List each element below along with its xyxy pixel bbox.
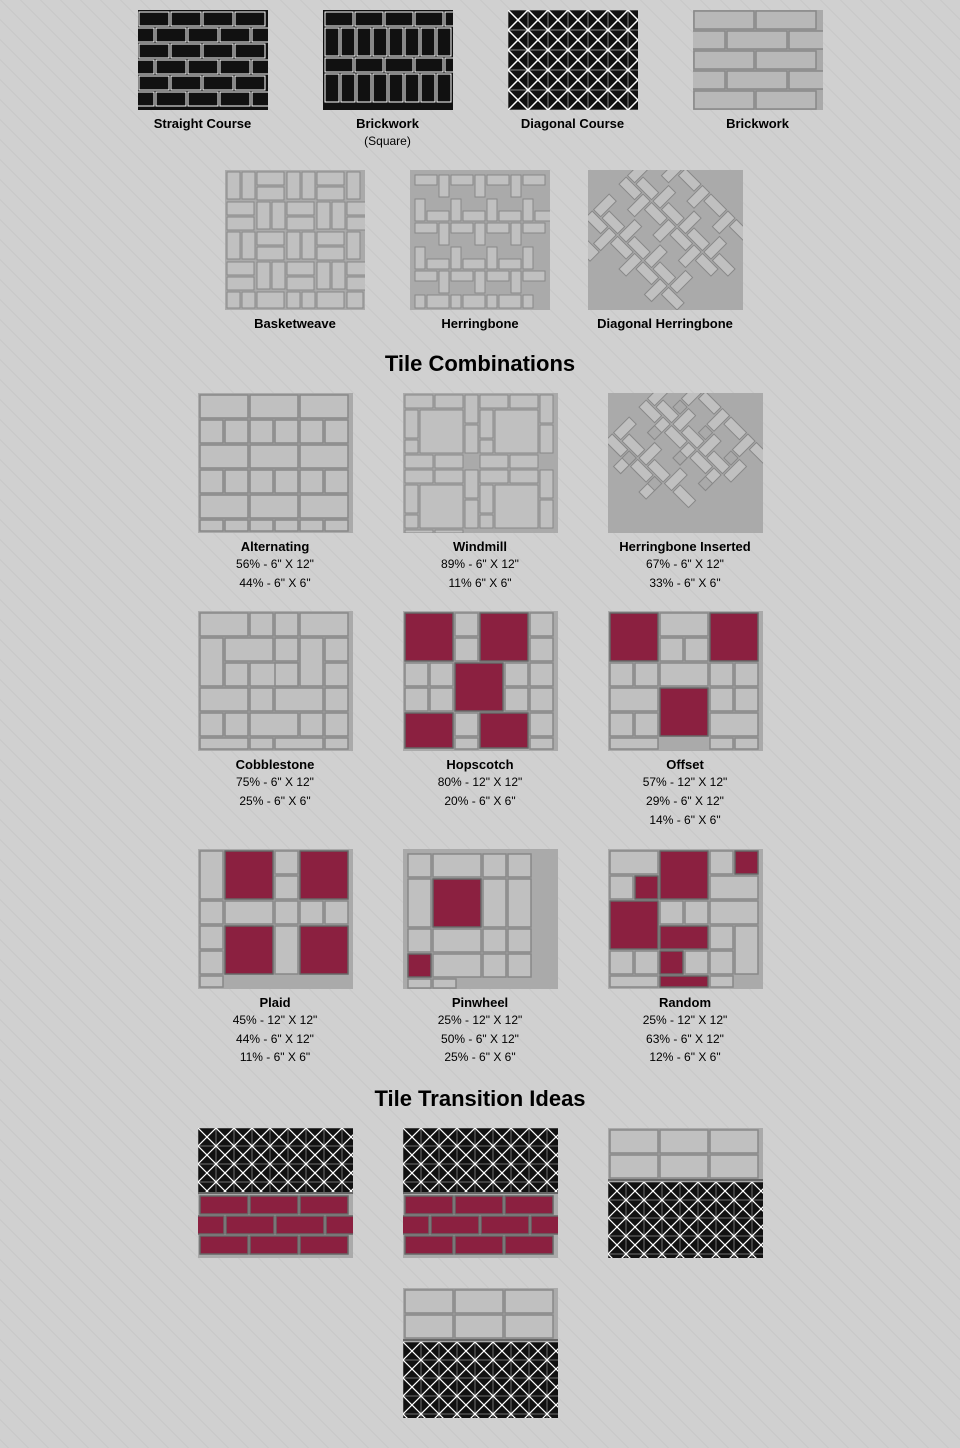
pattern-canvas-offset (608, 611, 763, 751)
page: Straight Course (100, 10, 860, 1418)
sublabel-pinwheel-0: 25% - 12" X 12" (438, 1012, 523, 1029)
sublabel-plaid-2: 11% - 6" X 6" (240, 1049, 310, 1066)
sublabel-herringbone-inserted-0: 67% - 6" X 12" (646, 556, 724, 573)
label-straight-course: Straight Course (154, 116, 252, 131)
sublabel-random-0: 25% - 12" X 12" (643, 1012, 728, 1029)
pattern-canvas-diagonal-course (508, 10, 638, 110)
pattern-row-3: Alternating 56% - 6" X 12" 44% - 6" X 6" (100, 393, 860, 592)
pattern-canvas-random (608, 849, 763, 989)
sublabel-pinwheel-2: 25% - 6" X 6" (444, 1049, 515, 1066)
pattern-item-herringbone-inserted: Herringbone Inserted 67% - 6" X 12" 33% … (598, 393, 773, 592)
transition-item-3 (598, 1128, 773, 1258)
pattern-item-cobblestone: Cobblestone 75% - 6" X 12" 25% - 6" X 6" (188, 611, 363, 828)
sublabel-plaid-0: 45% - 12" X 12" (233, 1012, 318, 1029)
pattern-canvas-brickwork (693, 10, 823, 110)
transition-canvas-2 (403, 1128, 558, 1258)
pattern-row-4: Cobblestone 75% - 6" X 12" 25% - 6" X 6" (100, 611, 860, 828)
sublabel-plaid-1: 44% - 6" X 12" (236, 1031, 314, 1048)
pattern-canvas-plaid (198, 849, 353, 989)
pattern-item-brickwork: Brickwork (680, 10, 835, 150)
pattern-row-transitions (100, 1128, 860, 1418)
pattern-canvas-straight-course (138, 10, 268, 110)
tile-combinations-title: Tile Combinations (100, 351, 860, 377)
sublabel-alternating-1: 44% - 6" X 6" (239, 575, 310, 592)
pattern-row-2: Basketweave (100, 170, 860, 331)
label-basketweave: Basketweave (254, 316, 336, 331)
pattern-item-diagonal-herringbone: Diagonal Herringbone (588, 170, 743, 331)
pattern-canvas-cobblestone (198, 611, 353, 751)
pattern-canvas-windmill (403, 393, 558, 533)
label-diagonal-course: Diagonal Course (521, 116, 624, 131)
sublabel-random-2: 12% - 6" X 6" (649, 1049, 720, 1066)
pattern-canvas-alternating (198, 393, 353, 533)
pattern-row-1: Straight Course (100, 10, 860, 150)
pattern-item-herringbone: Herringbone (403, 170, 558, 331)
label-plaid: Plaid (259, 995, 290, 1010)
pattern-item-basketweave: Basketweave (218, 170, 373, 331)
label-brickwork-square: Brickwork (356, 116, 419, 131)
pattern-item-plaid: Plaid 45% - 12" X 12" 44% - 6" X 12" 11%… (188, 849, 363, 1066)
pattern-canvas-herringbone (410, 170, 550, 310)
transition-canvas-1 (198, 1128, 353, 1258)
label-herringbone: Herringbone (441, 316, 518, 331)
transition-item-2 (393, 1128, 568, 1258)
label-hopscotch: Hopscotch (446, 757, 513, 772)
label-cobblestone: Cobblestone (236, 757, 315, 772)
pattern-canvas-diagonal-herringbone (588, 170, 743, 310)
sublabel-offset-0: 57% - 12" X 12" (643, 774, 728, 791)
pattern-item-hopscotch: Hopscotch 80% - 12" X 12" 20% - 6" X 6" (393, 611, 568, 828)
pattern-canvas-hopscotch (403, 611, 558, 751)
pattern-item-pinwheel: Pinwheel 25% - 12" X 12" 50% - 6" X 12" … (393, 849, 568, 1066)
pattern-canvas-brickwork-square (323, 10, 453, 110)
pattern-canvas-herringbone-inserted (608, 393, 763, 533)
pattern-item-random: Random 25% - 12" X 12" 63% - 6" X 12" 12… (598, 849, 773, 1066)
pattern-canvas-pinwheel (403, 849, 558, 989)
sublabel-hopscotch-0: 80% - 12" X 12" (438, 774, 523, 791)
tile-transitions-title: Tile Transition Ideas (100, 1086, 860, 1112)
transition-canvas-4 (403, 1288, 558, 1418)
sublabel-cobblestone-0: 75% - 6" X 12" (236, 774, 314, 791)
pattern-item-brickwork-square: Brickwork (Square) (310, 10, 465, 150)
sublabel-cobblestone-1: 25% - 6" X 6" (239, 793, 310, 810)
pattern-item-diagonal-course: Diagonal Course (495, 10, 650, 150)
transition-item-1 (188, 1128, 363, 1258)
transition-canvas-3 (608, 1128, 763, 1258)
sublabel-pinwheel-1: 50% - 6" X 12" (441, 1031, 519, 1048)
sublabel-hopscotch-1: 20% - 6" X 6" (444, 793, 515, 810)
sublabel-alternating-0: 56% - 6" X 12" (236, 556, 314, 573)
label-random: Random (659, 995, 711, 1010)
label-windmill: Windmill (453, 539, 507, 554)
transition-item-4 (393, 1288, 568, 1418)
label-alternating: Alternating (241, 539, 310, 554)
sublabel-offset-1: 29% - 6" X 12" (646, 793, 724, 810)
label-offset: Offset (666, 757, 704, 772)
label-pinwheel: Pinwheel (452, 995, 508, 1010)
label-diagonal-herringbone: Diagonal Herringbone (597, 316, 733, 331)
pattern-item-offset: Offset 57% - 12" X 12" 29% - 6" X 12" 14… (598, 611, 773, 828)
sublabel-windmill-1: 11% 6" X 6" (449, 575, 512, 592)
sublabel-brickwork-square: (Square) (364, 133, 411, 150)
pattern-item-windmill: Windmill 89% - 6" X 12" 11% 6" X 6" (393, 393, 568, 592)
label-brickwork: Brickwork (726, 116, 789, 131)
sublabel-random-1: 63% - 6" X 12" (646, 1031, 724, 1048)
pattern-canvas-basketweave (225, 170, 365, 310)
label-herringbone-inserted: Herringbone Inserted (619, 539, 750, 554)
pattern-item-alternating: Alternating 56% - 6" X 12" 44% - 6" X 6" (188, 393, 363, 592)
sublabel-offset-2: 14% - 6" X 6" (649, 812, 720, 829)
pattern-row-5: Plaid 45% - 12" X 12" 44% - 6" X 12" 11%… (100, 849, 860, 1066)
pattern-item-straight-course: Straight Course (125, 10, 280, 150)
sublabel-herringbone-inserted-1: 33% - 6" X 6" (649, 575, 720, 592)
sublabel-windmill-0: 89% - 6" X 12" (441, 556, 519, 573)
